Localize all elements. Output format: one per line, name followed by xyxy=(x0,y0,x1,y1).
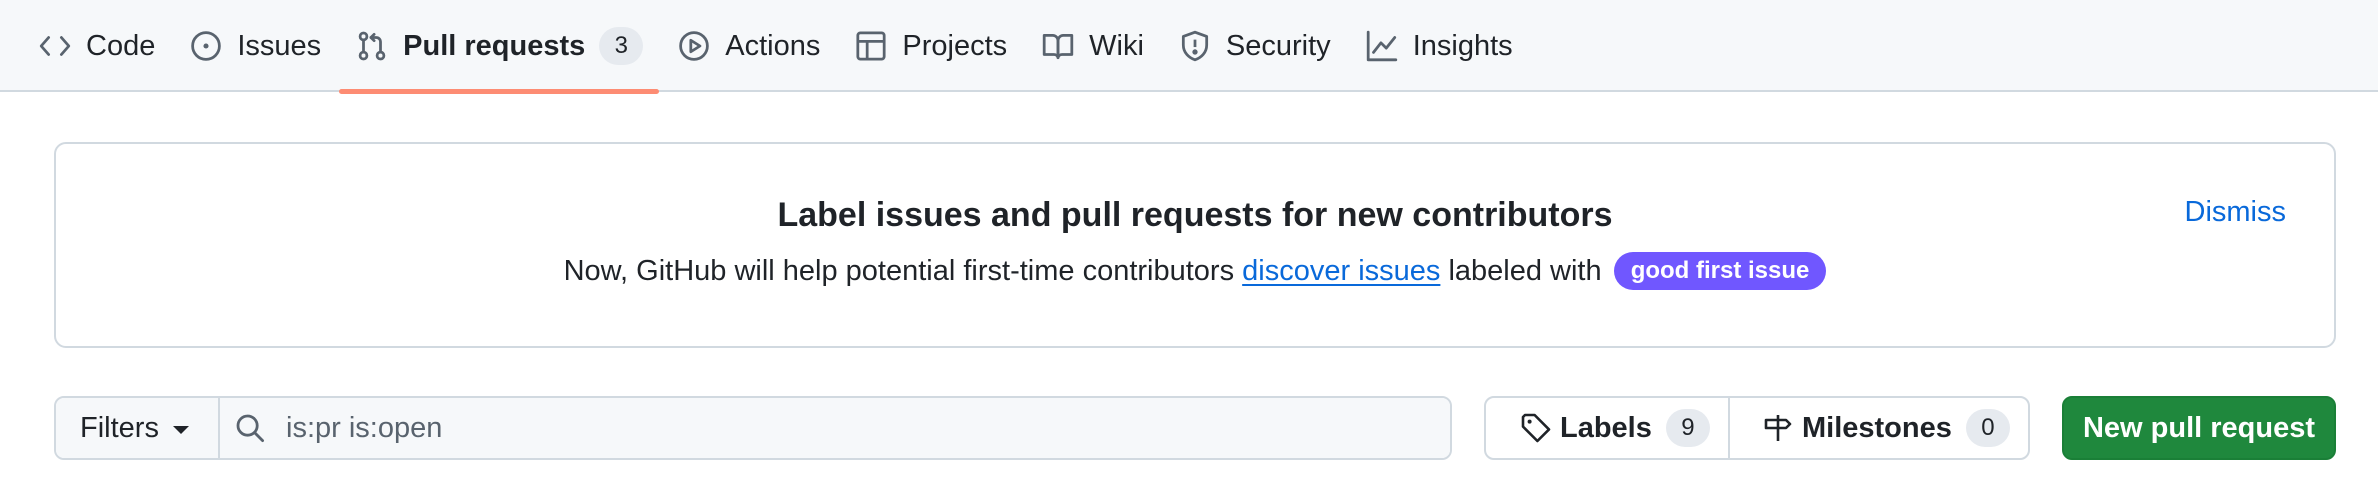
book-icon xyxy=(1041,29,1075,63)
milestones-count-badge: 0 xyxy=(1965,409,2010,447)
banner-text: Now, GitHub will help potential first-ti… xyxy=(56,252,2334,290)
search-input[interactable] xyxy=(284,410,1388,446)
tab-label: Wiki xyxy=(1089,29,1144,62)
tab-label: Security xyxy=(1225,29,1331,62)
tab-insights[interactable]: Insights xyxy=(1349,0,1529,92)
tab-wiki[interactable]: Wiki xyxy=(1025,0,1160,92)
milestones-label: Milestones xyxy=(1802,411,1952,444)
code-icon xyxy=(38,29,72,63)
tab-actions[interactable]: Actions xyxy=(661,0,836,92)
tab-code[interactable]: Code xyxy=(22,0,171,92)
tab-label: Actions xyxy=(725,29,821,62)
shield-icon xyxy=(1178,29,1212,63)
tab-pull-requests[interactable]: Pull requests 3 xyxy=(339,0,660,94)
repo-nav: Code Issues Pull requests 3 Actions Proj… xyxy=(0,0,2378,94)
search-box[interactable] xyxy=(220,398,1450,458)
good-first-issue-label[interactable]: good first issue xyxy=(1613,252,1827,290)
banner-text-after: labeled with xyxy=(1440,255,1610,287)
tab-projects[interactable]: Projects xyxy=(838,0,1023,92)
milestone-icon xyxy=(1764,415,1792,441)
labels-milestones-group: Labels 9 Milestones 0 xyxy=(1484,396,2030,460)
filter-search-group: Filters xyxy=(54,396,1452,460)
table-icon xyxy=(854,29,888,63)
labels-count-badge: 9 xyxy=(1665,409,1710,447)
git-pull-request-icon xyxy=(355,29,389,63)
banner-text-before: Now, GitHub will help potential first-ti… xyxy=(563,255,1243,287)
search-icon xyxy=(236,414,264,442)
tab-label: Code xyxy=(86,29,156,62)
caret-down-icon xyxy=(172,426,189,434)
banner-title: Label issues and pull requests for new c… xyxy=(777,196,1613,234)
discover-issues-link[interactable]: discover issues xyxy=(1242,255,1440,287)
graph-icon xyxy=(1365,29,1399,63)
pull-requests-count-badge: 3 xyxy=(599,27,644,65)
issue-opened-icon xyxy=(189,29,223,63)
play-icon xyxy=(677,29,711,63)
filters-dropdown-button[interactable]: Filters xyxy=(56,398,220,458)
dismiss-button[interactable]: Dismiss xyxy=(2185,196,2287,229)
nav-tabs: Code Issues Pull requests 3 Actions Proj… xyxy=(22,0,1531,94)
tag-icon xyxy=(1521,413,1551,443)
labels-label: Labels xyxy=(1560,411,1652,444)
tab-label: Pull requests xyxy=(403,29,586,62)
tab-label: Insights xyxy=(1412,29,1513,62)
milestones-button[interactable]: Milestones 0 xyxy=(1730,398,2028,458)
tab-issues[interactable]: Issues xyxy=(173,0,337,92)
new-pull-request-button[interactable]: New pull request xyxy=(2062,396,2336,460)
new-contributors-banner: Label issues and pull requests for new c… xyxy=(54,142,2336,348)
tab-label: Projects xyxy=(902,29,1008,62)
tab-label: Issues xyxy=(237,29,322,62)
filters-label: Filters xyxy=(80,411,159,444)
labels-button[interactable]: Labels 9 xyxy=(1486,398,1730,458)
tab-security[interactable]: Security xyxy=(1162,0,1347,92)
